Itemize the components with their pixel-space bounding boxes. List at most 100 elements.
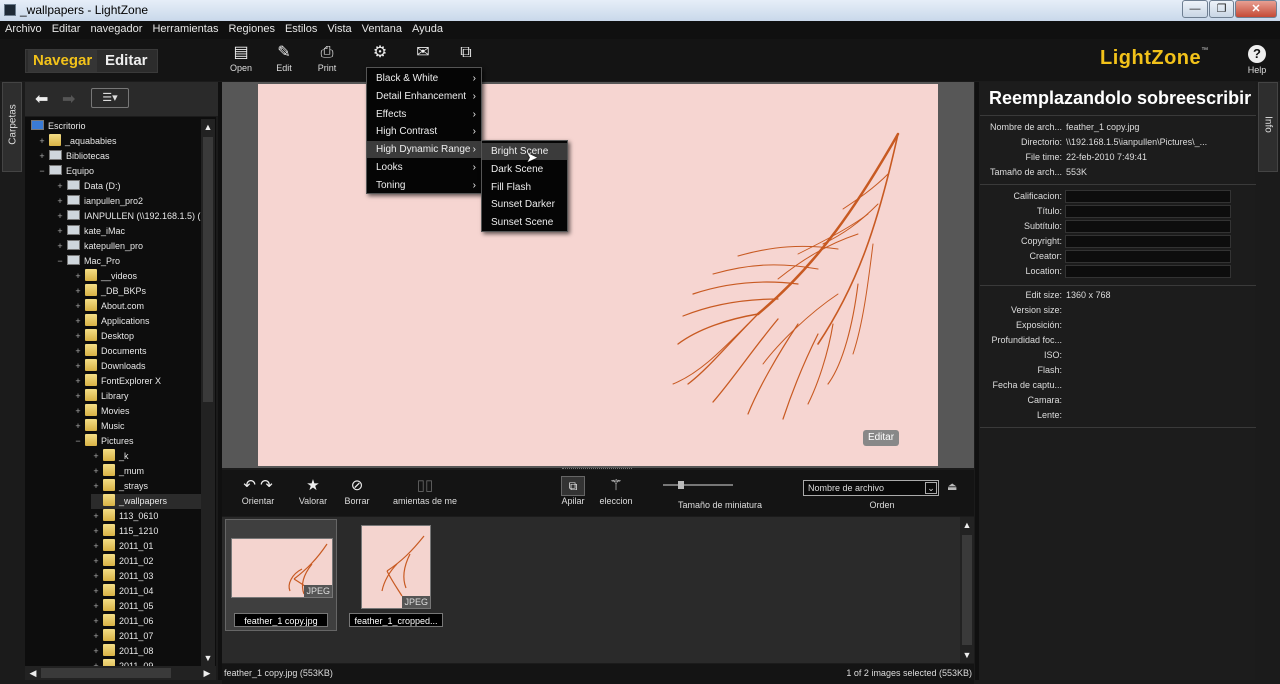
- tree-item[interactable]: + __videos: [73, 269, 137, 284]
- expand-icon[interactable]: +: [91, 524, 101, 539]
- menu-archivo[interactable]: Archivo: [0, 21, 47, 35]
- expand-icon[interactable]: +: [91, 509, 101, 524]
- convert-button[interactable]: ⧉: [446, 43, 486, 63]
- expand-icon[interactable]: +: [91, 569, 101, 584]
- hdr-submenu-item[interactable]: Dark Scene: [482, 161, 567, 178]
- metadata-input[interactable]: [1065, 265, 1231, 278]
- tree-item[interactable]: + _DB_BKPs: [73, 284, 146, 299]
- menu-editar[interactable]: Editar: [47, 21, 86, 35]
- tree-item[interactable]: + FontExplorer X: [73, 374, 161, 389]
- menu-estilos[interactable]: Estilos: [280, 21, 322, 35]
- thumbnail-scrollbar[interactable]: ▲ ▼: [960, 517, 974, 663]
- tree-item[interactable]: +2011_02: [91, 554, 153, 569]
- expand-icon[interactable]: +: [73, 419, 83, 434]
- hdr-submenu-item[interactable]: Fill Flash: [482, 179, 567, 196]
- eject-icon[interactable]: ⏏: [947, 480, 957, 493]
- tree-item[interactable]: + IANPULLEN (\\192.168.1.5) (: [55, 209, 201, 224]
- expand-icon[interactable]: +: [91, 449, 101, 464]
- style-menu-item[interactable]: Detail Enhancement ›: [367, 88, 481, 105]
- tree-item[interactable]: + ianpullen_pro2: [55, 194, 143, 209]
- expand-icon[interactable]: +: [91, 584, 101, 599]
- scroll-left-icon[interactable]: ◀: [27, 667, 39, 679]
- expand-icon[interactable]: +: [73, 404, 83, 419]
- borrar-button[interactable]: ⊘ Borrar: [330, 476, 384, 506]
- expand-icon[interactable]: +: [91, 464, 101, 479]
- scroll-right-icon[interactable]: ▶: [201, 667, 213, 679]
- hdr-submenu-item[interactable]: Bright Scene: [482, 143, 567, 160]
- herramientas-button[interactable]: ▯▯ amientas de me: [390, 476, 460, 506]
- expand-icon[interactable]: +: [73, 284, 83, 299]
- scroll-down-icon[interactable]: ▼: [202, 652, 214, 664]
- maximize-button[interactable]: ❐: [1209, 0, 1234, 18]
- expand-icon[interactable]: +: [73, 329, 83, 344]
- collapse-icon[interactable]: −: [37, 164, 47, 179]
- tree-item[interactable]: + Applications: [73, 314, 150, 329]
- expand-icon[interactable]: +: [37, 149, 47, 164]
- slider-knob[interactable]: [678, 481, 684, 489]
- menu-regiones[interactable]: Regiones: [223, 21, 279, 35]
- expand-icon[interactable]: +: [91, 614, 101, 629]
- tree-item[interactable]: +2011_08: [91, 644, 153, 659]
- tree-vertical-scrollbar[interactable]: ▲ ▼: [201, 119, 215, 666]
- tree-item[interactable]: +2011_07: [91, 629, 153, 644]
- tree-item[interactable]: +113_0610: [91, 509, 158, 524]
- browse-mode-button[interactable]: Navegar: [28, 50, 98, 72]
- hdr-submenu-item[interactable]: Sunset Scene: [482, 214, 567, 231]
- metadata-input[interactable]: [1065, 235, 1231, 248]
- tree-item[interactable]: − Pictures: [73, 434, 134, 449]
- forward-arrow-icon[interactable]: ➡: [62, 89, 75, 109]
- collapse-icon[interactable]: −: [73, 434, 83, 449]
- tree-item[interactable]: + Desktop: [73, 329, 134, 344]
- tree-item[interactable]: + Downloads: [73, 359, 146, 374]
- tree-item[interactable]: Escritorio: [25, 119, 86, 134]
- expand-icon[interactable]: +: [73, 389, 83, 404]
- tree-item[interactable]: +2011_09: [91, 659, 153, 666]
- tree-item[interactable]: +2011_05: [91, 599, 153, 614]
- email-button[interactable]: ✉: [403, 43, 443, 63]
- orientar-button[interactable]: ↶ ↷ Orientar: [231, 476, 285, 506]
- expand-icon[interactable]: +: [91, 539, 101, 554]
- edit-button[interactable]: ✎ Edit: [264, 43, 304, 73]
- scroll-down-icon[interactable]: ▼: [961, 649, 973, 661]
- tree-item[interactable]: +2011_06: [91, 614, 153, 629]
- tree-item[interactable]: +2011_04: [91, 584, 153, 599]
- tree-hscroll-thumb[interactable]: [41, 668, 171, 678]
- expand-icon[interactable]: +: [91, 644, 101, 659]
- expand-icon[interactable]: +: [73, 359, 83, 374]
- metadata-input[interactable]: [1065, 190, 1231, 203]
- expand-icon[interactable]: +: [55, 194, 65, 209]
- tree-item[interactable]: + _strays: [91, 479, 148, 494]
- menu-vista[interactable]: Vista: [322, 21, 356, 35]
- tree-horizontal-scrollbar[interactable]: ◀ ▶: [25, 666, 216, 680]
- tree-item[interactable]: − Equipo: [37, 164, 94, 179]
- expand-icon[interactable]: +: [73, 269, 83, 284]
- style-menu-item[interactable]: Black & White ›: [367, 70, 481, 87]
- scroll-up-icon[interactable]: ▲: [961, 519, 973, 531]
- style-menu-item[interactable]: High Dynamic Range ›: [367, 141, 481, 159]
- expand-icon[interactable]: +: [73, 314, 83, 329]
- folders-side-tab[interactable]: Carpetas: [2, 82, 22, 172]
- tree-item[interactable]: + About.com: [73, 299, 144, 314]
- info-side-tab[interactable]: Info: [1258, 82, 1278, 172]
- minimize-button[interactable]: —: [1182, 0, 1208, 18]
- edit-mode-button[interactable]: Editar: [100, 50, 153, 72]
- collapse-icon[interactable]: −: [55, 254, 65, 269]
- expand-icon[interactable]: +: [91, 479, 101, 494]
- style-menu-item[interactable]: High Contrast ›: [367, 123, 481, 140]
- tree-item[interactable]: + _k: [91, 449, 129, 464]
- help-button[interactable]: ? Help: [1242, 45, 1272, 75]
- menu-herramientas[interactable]: Herramientas: [147, 21, 223, 35]
- expand-icon[interactable]: +: [91, 659, 101, 666]
- tree-item[interactable]: +2011_03: [91, 569, 153, 584]
- expand-icon[interactable]: +: [55, 224, 65, 239]
- tree-item[interactable]: + katepullen_pro: [55, 239, 143, 254]
- tree-item[interactable]: + Bibliotecas: [37, 149, 110, 164]
- thumb-size-slider[interactable]: [663, 481, 733, 489]
- metadata-input[interactable]: [1065, 220, 1231, 233]
- metadata-input[interactable]: [1065, 205, 1231, 218]
- expand-icon[interactable]: +: [73, 299, 83, 314]
- tree-item[interactable]: + Music: [73, 419, 125, 434]
- expand-icon[interactable]: +: [55, 179, 65, 194]
- menu-navegador[interactable]: navegador: [85, 21, 147, 35]
- expand-icon[interactable]: +: [37, 134, 47, 149]
